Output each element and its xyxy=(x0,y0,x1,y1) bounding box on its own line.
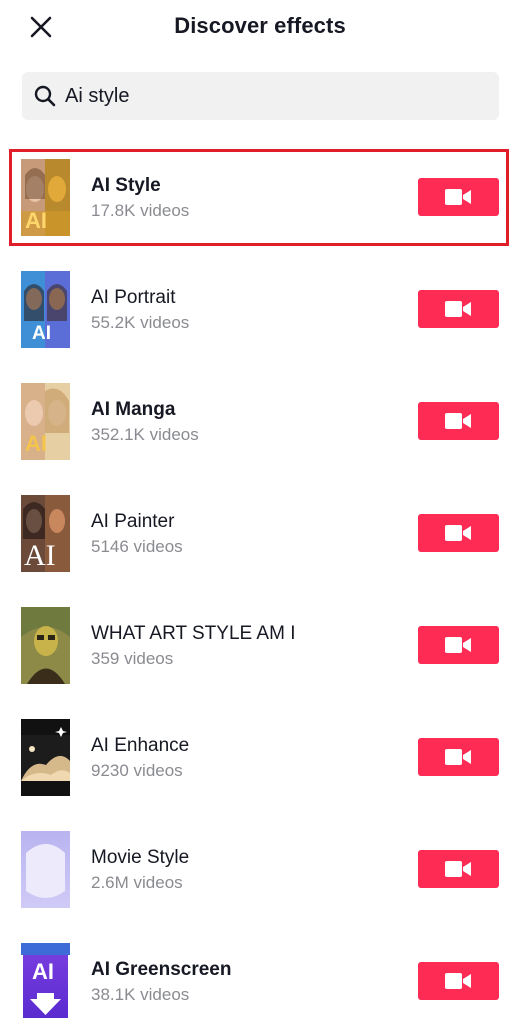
effect-name: Movie Style xyxy=(91,847,190,868)
effect-badge: AI xyxy=(24,539,56,572)
effect-thumbnail: AI xyxy=(21,495,70,572)
video-camera-icon xyxy=(445,301,471,317)
effect-video-count: 9230 videos xyxy=(91,761,183,780)
effect-name: AI Manga xyxy=(91,399,176,420)
effect-row-ai-enhance[interactable]: AI Enhance 9230 videos xyxy=(0,708,520,804)
effect-video-count: 352.1K videos xyxy=(91,425,199,444)
record-button[interactable] xyxy=(418,402,499,440)
effect-badge: AI xyxy=(32,959,54,984)
effect-video-count: 359 videos xyxy=(91,649,174,668)
video-camera-icon xyxy=(445,749,471,765)
effect-video-count: 17.8K videos xyxy=(91,201,190,220)
page-title: Discover effects xyxy=(174,13,346,38)
search-bar[interactable] xyxy=(22,72,499,120)
effect-name: WHAT ART STYLE AM I xyxy=(91,623,296,644)
video-camera-icon xyxy=(445,525,471,541)
record-button[interactable] xyxy=(418,962,499,1000)
effect-name: AI Style xyxy=(91,175,161,196)
search-icon xyxy=(34,85,56,107)
video-camera-icon xyxy=(445,861,471,877)
effect-thumbnail: AI xyxy=(21,943,70,1020)
effect-row-ai-greenscreen[interactable]: AI AI Greenscreen 38.1K videos xyxy=(0,932,520,1028)
record-button[interactable] xyxy=(418,514,499,552)
effect-row-ai-style[interactable]: AI AI Style 17.8K videos xyxy=(0,148,520,244)
effect-thumbnail: AI xyxy=(21,159,70,236)
effect-badge: AI xyxy=(25,431,47,456)
record-button[interactable] xyxy=(418,626,499,664)
search-input[interactable] xyxy=(65,72,485,120)
effect-video-count: 55.2K videos xyxy=(91,313,190,332)
header: Discover effects xyxy=(0,0,520,56)
effect-video-count: 5146 videos xyxy=(91,537,183,556)
effect-thumbnail xyxy=(21,607,70,684)
effect-name: AI Painter xyxy=(91,511,175,532)
effect-row-ai-painter[interactable]: AI AI Painter 5146 videos xyxy=(0,484,520,580)
effect-row-ai-manga[interactable]: AI AI Manga 352.1K videos xyxy=(0,372,520,468)
record-button[interactable] xyxy=(418,850,499,888)
effect-thumbnail xyxy=(21,719,70,796)
effect-name: AI Enhance xyxy=(91,735,190,756)
effect-video-count: 38.1K videos xyxy=(91,985,190,1004)
effect-row-what-art-style[interactable]: WHAT ART STYLE AM I 359 videos xyxy=(0,596,520,692)
effect-video-count: 2.6M videos xyxy=(91,873,183,892)
video-camera-icon xyxy=(445,413,471,429)
effect-badge: AI xyxy=(25,208,47,233)
record-button[interactable] xyxy=(418,738,499,776)
video-camera-icon xyxy=(445,973,471,989)
effect-thumbnail: AI xyxy=(21,271,70,348)
video-camera-icon xyxy=(445,637,471,653)
effect-name: AI Portrait xyxy=(91,287,176,308)
effect-badge: AI xyxy=(32,323,51,344)
video-camera-icon xyxy=(445,189,471,205)
effect-thumbnail: AI xyxy=(21,383,70,460)
record-button[interactable] xyxy=(418,178,499,216)
effect-name: AI Greenscreen xyxy=(91,959,232,980)
effect-thumbnail xyxy=(21,831,70,908)
effect-row-ai-portrait[interactable]: AI AI Portrait 55.2K videos xyxy=(0,260,520,356)
record-button[interactable] xyxy=(418,290,499,328)
effect-row-movie-style[interactable]: Movie Style 2.6M videos xyxy=(0,820,520,916)
